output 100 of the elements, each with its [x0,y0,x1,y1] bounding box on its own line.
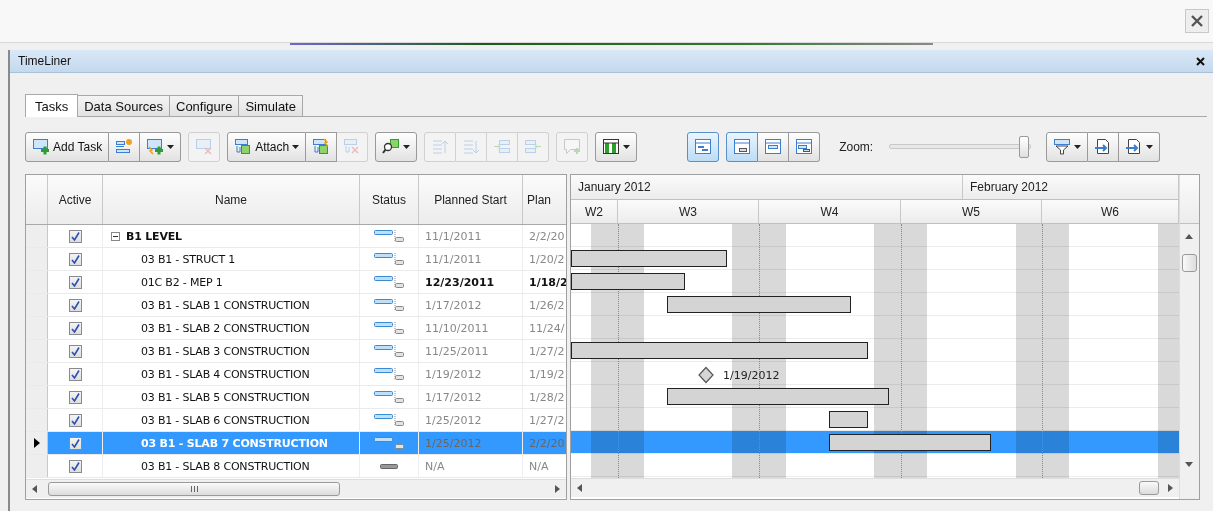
scrollbar[interactable] [571,478,1179,497]
collapse-icon[interactable] [111,231,120,241]
table-cell: N/A [523,455,566,477]
toolbar-button[interactable] [1088,131,1120,162]
table-cell: 1/18/2 [523,271,566,293]
tab[interactable]: Data Sources [77,95,170,116]
task-name: 03 B1 - SLAB 4 CONSTRUCTION [141,367,310,381]
week-header: W2 [571,200,618,223]
checkbox[interactable] [68,252,82,266]
column-header[interactable]: Status [360,175,419,224]
gantt-bar[interactable] [667,296,851,313]
gantt-bar[interactable] [571,273,685,290]
close-button[interactable] [1196,56,1205,66]
table-row[interactable]: 03 B1 - SLAB 2 CONSTRUCTION 11/10/2011 11/24/ [26,317,566,340]
zoom-slider[interactable] [889,134,1032,159]
column-header[interactable]: Planned Start [419,175,523,224]
table-row[interactable]: B1 LEVEL 11/1/2011 2/2/20 [26,225,566,248]
column-header[interactable]: Name [103,175,360,224]
checkbox[interactable] [68,298,82,312]
table-row[interactable]: 03 B1 - SLAB 1 CONSTRUCTION 1/17/2012 1/26/2 [26,294,566,317]
tab[interactable]: Configure [169,95,240,116]
toolbar-button[interactable]: Attach [227,131,307,162]
task-name: 03 B1 - SLAB 5 CONSTRUCTION [141,390,310,404]
tab[interactable]: Tasks [25,94,79,117]
gantt-bar[interactable] [829,411,868,428]
checkbox[interactable] [68,229,82,243]
close-icon [1196,56,1205,66]
check-icon [70,231,80,241]
scroll-thumb[interactable] [48,482,340,496]
screen-x-icon [195,138,214,155]
week-header: W4 [759,200,901,223]
filter-icon [1053,138,1072,155]
milestone-label: 1/19/2012 [723,368,780,382]
table-row[interactable]: 03 B1 - STRUCT 1 11/1/2011 1/20/2 [26,248,566,271]
gantt-bar[interactable] [571,342,868,359]
row-header[interactable] [26,432,48,454]
check-icon [70,323,80,333]
table-row[interactable]: 03 B1 - SLAB 5 CONSTRUCTION 1/17/2012 1/28/2 [26,386,566,409]
check-icon [70,346,80,356]
toolbar-button[interactable] [375,131,418,162]
table-cell: 1/28/2 [523,386,566,408]
scroll-thumb[interactable] [1182,254,1197,272]
table-row[interactable]: 03 B1 - SLAB 3 CONSTRUCTION 11/25/2011 1/27/2 [26,340,566,363]
scroll-down-icon[interactable] [1185,462,1193,467]
week-header: W3 [618,200,759,223]
checkbox[interactable] [68,436,82,450]
table-cell: 12/23/2011 [419,271,523,293]
check-icon [70,438,80,448]
checkbox[interactable] [68,321,82,335]
check-icon [70,254,80,264]
tab[interactable]: Simulate [238,95,303,116]
table-row[interactable]: 03 B1 - SLAB 8 CONSTRUCTION N/A N/A [26,455,566,478]
table-cell: 11/25/2011 [419,340,523,362]
cube-x-icon [343,138,362,155]
task-name: 03 B1 - STRUCT 1 [141,252,236,266]
screen-plus-icon [146,138,165,155]
caret-icon [403,144,411,149]
cube-icon [312,138,331,155]
checkbox[interactable] [68,459,82,473]
tree-arrow-icon [493,138,512,155]
column-header[interactable]: Active [48,175,103,224]
milestone-icon[interactable] [697,366,715,384]
task-name: 03 B1 - SLAB 6 CONSTRUCTION [141,413,310,427]
scrollbar[interactable] [26,479,566,498]
table-cell: 1/17/2012 [419,386,523,408]
scroll-left-icon[interactable] [32,485,37,493]
checkbox[interactable] [68,390,82,404]
table-cell: 2/2/20 [523,432,566,454]
scroll-up-icon[interactable] [1185,234,1193,239]
table-row[interactable]: 01C B2 - MEP 1 12/23/2011 1/18/2 [26,271,566,294]
window-icon [795,138,814,155]
toolbar-button[interactable]: Add Task [25,131,110,162]
column-header[interactable]: Plan [523,175,566,224]
search-icon [382,138,401,155]
gantt-bar[interactable] [667,388,889,405]
table-cell: 11/24/ [523,317,566,339]
caret-icon [167,144,175,149]
checkbox[interactable] [68,344,82,358]
scroll-right-icon[interactable] [555,485,560,493]
task-name: 03 B1 - SLAB 2 CONSTRUCTION [141,321,310,335]
task-name: 03 B1 - SLAB 8 CONSTRUCTION [141,459,310,473]
cube-icon [234,138,253,155]
zoom-label: Zoom: [839,139,874,154]
row-pointer-icon [33,438,40,448]
checkbox[interactable] [68,275,82,289]
scroll-thumb[interactable] [1139,481,1159,495]
table-cell: 1/25/2012 [419,432,523,454]
scroll-left-icon[interactable] [577,484,582,492]
toolbar-button[interactable] [595,131,638,162]
task-name: 03 B1 - SLAB 1 CONSTRUCTION [141,298,310,312]
checkbox[interactable] [68,367,82,381]
checkbox[interactable] [68,413,82,427]
table-row[interactable]: 03 B1 - SLAB 4 CONSTRUCTION 1/19/2012 1/19/2 [26,363,566,386]
speech-bubble-icon [563,138,582,155]
scroll-right-icon[interactable] [1168,484,1173,492]
table-cell: 1/20/2 [523,248,566,270]
gantt-bar[interactable] [571,250,727,267]
gantt-bar[interactable] [829,434,991,451]
toolbar-button[interactable] [1119,131,1161,162]
slider-thumb[interactable] [1019,135,1030,158]
